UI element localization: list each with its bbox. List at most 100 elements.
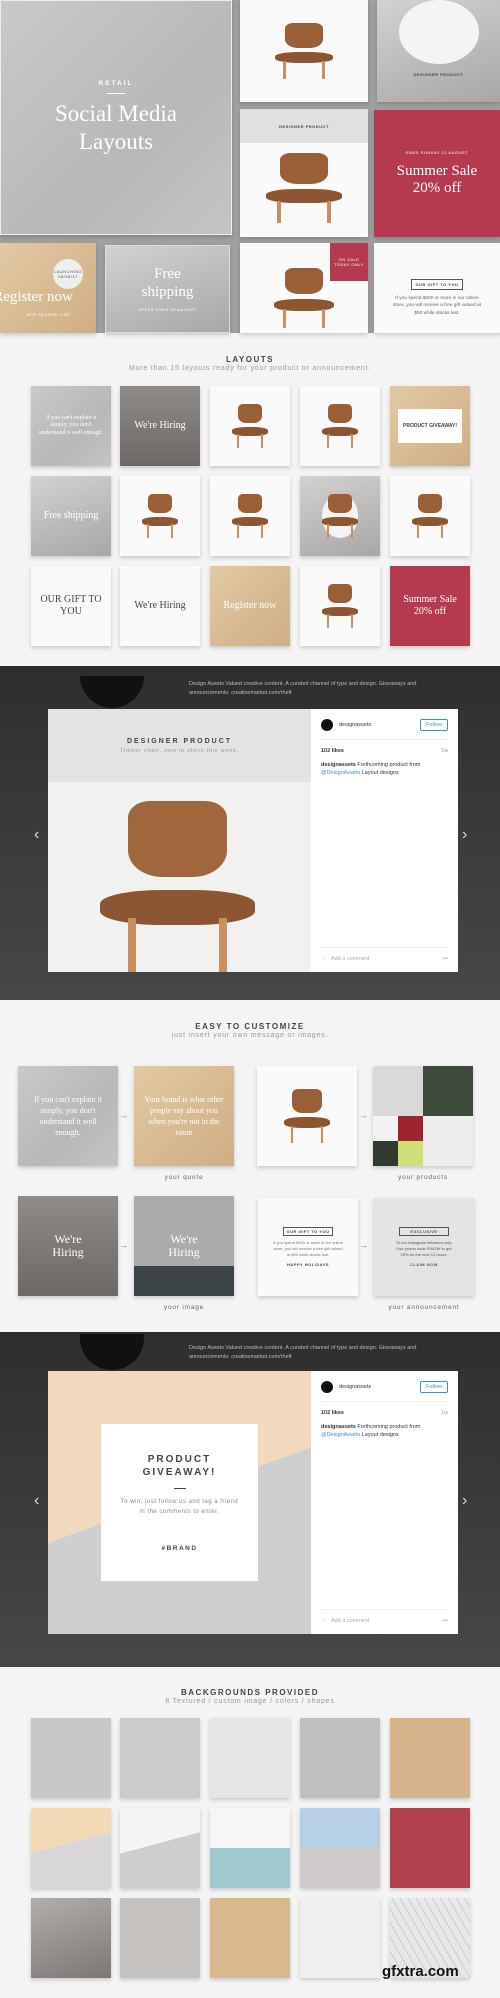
hero-eyebrow: RETAIL [98,79,134,87]
arrow-icon: → [359,1240,368,1250]
username-link[interactable]: designassets [339,1384,414,1390]
giveaway-body: To win, just follow us and tag a friend … [120,1498,239,1515]
customize-title: EASY TO CUSTOMIZE [195,1022,305,1031]
arrow-icon: → [359,1110,368,1120]
announcement-after-tile: EXCLUSIVE To our Instagram followers onl… [374,1198,474,1296]
next-arrow-icon[interactable]: › [462,826,467,844]
mention-link[interactable]: @DesignAssets [321,1432,360,1438]
caption-user[interactable]: designassets [321,1424,356,1430]
chair-image [321,584,359,628]
profile-bio: Design Assets Valued creative content. A… [189,681,417,697]
previous-arrow-icon[interactable]: ‹ [34,1492,39,1510]
post-time: 1w [440,748,448,754]
chair-image [321,404,359,448]
heart-icon[interactable]: ♡ [321,1618,326,1624]
layout-tile [300,566,380,646]
background-swatch [210,1898,290,1978]
previous-arrow-icon[interactable]: ‹ [34,826,39,844]
background-swatch [210,1808,290,1888]
hero-circle-tile: DESIGNER PRODUCT [377,0,500,102]
hero-chair-tile: DESIGNER PRODUCT [240,109,368,237]
backgrounds-title: BACKGROUNDS PROVIDED [180,1688,319,1697]
divider [107,92,125,94]
layout-tile: We're Hiring [120,386,200,466]
announcement-before-tile: OUR GIFT TO YOU If you spend $200 or mor… [258,1198,358,1296]
gift-title: OUR GIFT TO YOU [282,1227,334,1236]
instagram-post-2: Design Assets Valued creative content. A… [0,1332,500,1667]
layout-tile-text: Register now [223,600,277,611]
sale-title: Summer Sale 20% off [396,162,478,196]
shipping-title: Free shipping [141,266,194,300]
post-subheading: Timber chair, new in stock this week. [120,747,239,754]
heart-icon[interactable]: ♡ [321,956,326,962]
exclusive-body: To our Instagram followers only. Use pro… [395,1240,453,1257]
layout-tile [210,386,290,466]
more-options-icon[interactable]: ••• [442,1618,448,1624]
layout-tile: If you can't explain it simply, you don'… [31,386,111,466]
caption-end: Layout designs [361,769,399,776]
chair-image [231,494,269,538]
layout-tile: We're Hiring [120,566,200,646]
background-swatch [31,1718,111,1798]
quote-text: Your brand is what other people say abou… [144,1094,224,1138]
layout-tile-text: Free shipping [43,510,99,521]
label-image: your image [163,1304,205,1311]
layout-tile [300,476,380,556]
quote-text: If you can't explain it simply, you don'… [33,1094,103,1138]
tile-sub: NEW SEASON LINE [25,312,71,317]
background-swatch [120,1898,200,1978]
chair-image [231,404,269,448]
caption: Forthcoming product from [357,762,421,768]
more-options-icon[interactable]: ••• [442,956,448,962]
caption: Forthcoming product from [357,1424,421,1430]
hero-register-tile: LAUNCHING 08/08/17 Register now NEW SEAS… [0,243,96,333]
chair-image [411,494,449,538]
divider [173,1487,186,1489]
caption-end: Layout designs [361,1431,399,1438]
likes-count: 102 likes [321,748,344,754]
layout-tile: Free shipping [31,476,111,556]
layouts-subtitle: More than 15 layouts ready for your prod… [128,365,372,372]
layout-tile-text: OUR GIFT TO YOU [40,594,102,617]
layout-tile: PRODUCT GIVEAWAY! [390,386,470,466]
background-swatch [31,1898,111,1978]
user-avatar[interactable] [321,1381,333,1393]
watermark-logo: gfxtra.com [382,1963,459,1980]
chair-image [141,494,179,538]
tile-body: If you spend $200 or more in our online … [393,296,481,316]
label-announcement: your announcement [388,1304,460,1311]
user-avatar[interactable] [321,719,333,731]
post-image: DESIGNER PRODUCT Timber chair, new in st… [48,709,311,972]
caption-user[interactable]: designassets [321,762,356,768]
follow-button[interactable]: Follow [420,1381,448,1393]
giveaway-tag: #BRAND [161,1545,198,1553]
layout-tile: Summer Sale 20% off [390,566,470,646]
background-swatch [31,1808,111,1888]
profile-bio: Design Assets Valued creative content. A… [189,1345,417,1361]
post-modal: PRODUCT GIVEAWAY! To win, just follow us… [48,1371,458,1634]
hero-collage-tile [240,0,368,102]
layout-tile-text: Summer Sale 20% off [403,594,457,617]
hero: RETAIL Social Media Layouts DESIGNER PRO… [0,0,500,333]
username-link[interactable]: designassets [339,722,414,728]
layout-tile [210,476,290,556]
instagram-post-1: Design Assets Valued creative content. A… [0,666,500,1000]
gift-body: If you spend $200 or more in our online … [273,1240,343,1257]
customize-subtitle: just insert your own message or images. [171,1032,329,1039]
hero-gift-tile: OUR GIFT TO YOU If you spend $200 or mor… [374,243,500,333]
background-swatch [300,1718,380,1798]
hiring-text: We're Hiring [52,1231,84,1259]
comment-input[interactable]: Add a comment [331,1618,437,1624]
background-swatch [120,1718,200,1798]
hero-main-tile: RETAIL Social Media Layouts [0,0,232,235]
exclusive-title: EXCLUSIVE [399,1227,449,1236]
follow-button[interactable]: Follow [420,719,448,731]
comment-input[interactable]: Add a comment [331,956,437,962]
tile-label: ENDS SUNDAY 12 AUGUST [405,149,469,155]
products-after-tile [373,1066,473,1166]
mention-link[interactable]: @DesignAssets [321,770,360,776]
tile-sub: OFFER ENDS 20 AUGUST [138,306,197,312]
next-arrow-icon[interactable]: › [462,1492,467,1510]
background-swatch [300,1808,380,1888]
backgrounds-subtitle: 8 Textured / custom image / colors / sha… [165,1698,335,1705]
